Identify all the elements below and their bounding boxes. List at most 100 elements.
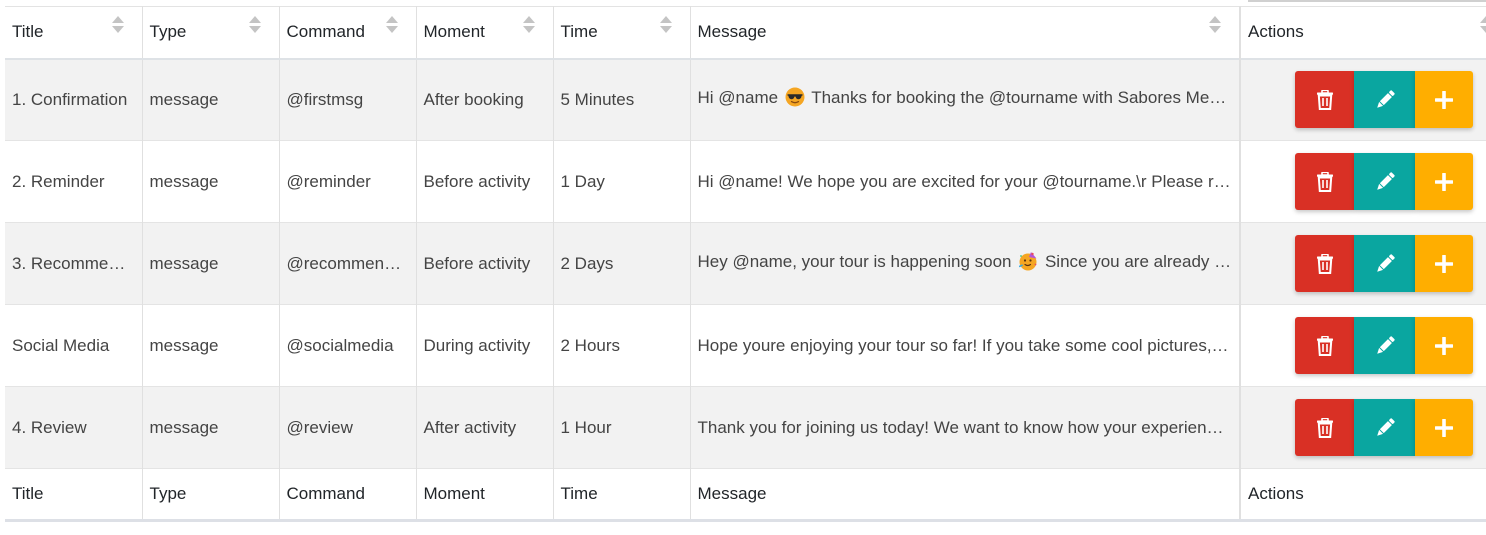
cell-command: @recommendations	[278, 222, 416, 305]
add-button[interactable]	[1415, 399, 1473, 456]
cell-type: message	[141, 140, 279, 223]
column-header-label: Time	[560, 22, 598, 42]
plus-icon	[1435, 172, 1453, 191]
plus-icon	[1435, 254, 1453, 273]
table-row: Social Media message @socialmedia During ac…	[5, 304, 1486, 387]
edit-button[interactable]	[1354, 399, 1415, 456]
column-header-label: Title	[12, 22, 44, 42]
delete-button[interactable]	[1295, 153, 1354, 210]
top-scroll-edge	[1248, 0, 1486, 2]
plus-icon	[1435, 336, 1453, 355]
add-button[interactable]	[1415, 71, 1473, 129]
add-button[interactable]	[1415, 153, 1473, 210]
cell-title: 4. Review	[12, 417, 87, 437]
cell-type: message	[141, 386, 279, 469]
sort-icon[interactable]	[248, 16, 261, 34]
message-text: Hi @name! We hope you are excited for yo…	[697, 171, 1241, 191]
column-header-label: Moment	[423, 22, 485, 42]
table-header: Title Type Command Moment Time Message A…	[5, 6, 1486, 59]
trash-icon	[1316, 335, 1334, 356]
header-row: Title Type Command Moment Time Message A…	[5, 6, 1486, 59]
pencil-icon	[1374, 171, 1396, 193]
cell-time: 1 Hour	[552, 386, 690, 469]
action-buttons	[1295, 317, 1479, 374]
delete-button[interactable]	[1295, 235, 1354, 292]
pencil-icon	[1374, 253, 1396, 275]
trash-icon	[1316, 171, 1334, 192]
cell-moment: After booking	[415, 58, 553, 141]
table-row: 4. Review message @review After activity 1 H…	[5, 386, 1486, 469]
cell-command: @reminder	[278, 140, 416, 223]
cell-message: Hi @name! We hope you are excited for yo…	[689, 140, 1241, 223]
column-header-command[interactable]: Command	[278, 6, 416, 59]
add-button[interactable]	[1415, 235, 1473, 292]
edit-button[interactable]	[1354, 235, 1415, 292]
cell-message: Thank you for joining us today! We want …	[689, 386, 1240, 469]
sort-icon[interactable]	[1480, 16, 1486, 34]
cell-time: 2 Hours	[552, 304, 690, 387]
action-buttons	[1295, 71, 1479, 129]
column-header-label: Message	[697, 22, 767, 42]
cell-title: 3. Recommendations	[12, 253, 142, 273]
pencil-icon	[1374, 417, 1396, 439]
cell-type: message	[141, 58, 279, 141]
pencil-icon	[1374, 335, 1396, 357]
trash-icon	[1316, 89, 1334, 110]
column-header-label: Type	[149, 22, 187, 42]
cell-time: 1 Day	[552, 140, 690, 223]
footer-cell-command: Command	[278, 468, 416, 521]
delete-button[interactable]	[1295, 71, 1354, 129]
messages-table: Title Type Command Moment Time Message A…	[5, 6, 1486, 522]
message-text-start: Hi @name	[697, 88, 779, 108]
action-buttons	[1295, 235, 1479, 292]
cell-time: 5 Minutes	[552, 58, 690, 141]
sort-icon[interactable]	[659, 16, 672, 34]
cell-actions	[1239, 58, 1486, 141]
table-row: 1. Confirmation message @firstmsg After boo…	[5, 58, 1486, 141]
column-header-title[interactable]: Title	[5, 7, 142, 59]
pencil-icon	[1374, 89, 1396, 111]
cell-actions	[1239, 304, 1486, 387]
sort-icon[interactable]	[522, 16, 535, 34]
footer-row: Title Type Command Moment Time Message A…	[5, 468, 1486, 521]
add-button[interactable]	[1415, 317, 1473, 374]
cell-message: Hope youre enjoying your tour so far! If…	[689, 304, 1241, 387]
delete-button[interactable]	[1295, 399, 1354, 456]
column-header-actions[interactable]: Actions	[1239, 6, 1486, 59]
table-footer: Title Type Command Moment Time Message A…	[5, 468, 1486, 521]
cell-time: 2 Days	[552, 222, 690, 305]
footer-cell-message: Message	[689, 468, 1240, 521]
message-text: Since you are already in town, here are …	[1044, 252, 1240, 271]
message-text: Hope youre enjoying your tour so far! If…	[697, 335, 1241, 355]
cell-type: message	[141, 222, 279, 305]
cell-command: @firstmsg	[278, 58, 416, 141]
action-buttons	[1295, 399, 1479, 456]
sort-icon[interactable]	[385, 16, 398, 34]
edit-button[interactable]	[1354, 317, 1415, 374]
column-header-moment[interactable]: Moment	[415, 6, 553, 59]
sort-icon[interactable]	[1209, 16, 1221, 34]
table-body: 1. Confirmation message @firstmsg After boo…	[5, 58, 1486, 469]
cell-command: @review	[278, 386, 416, 469]
column-header-label: Actions	[1248, 22, 1304, 42]
cell-title: 1. Confirmation	[12, 89, 128, 109]
cell-moment: During activity	[415, 304, 553, 387]
sunglasses-emoji	[785, 87, 805, 112]
cell-moment: Before activity	[415, 140, 553, 223]
table-row: 3. Recommendationsmessage@recommendation…	[5, 222, 1486, 305]
column-header-label: Command	[286, 22, 365, 42]
column-header-time[interactable]: Time	[552, 6, 690, 59]
cell-moment: Before activity	[415, 222, 553, 305]
trash-icon	[1316, 417, 1334, 438]
footer-cell-time: Time	[552, 468, 690, 521]
message-text-start: Hey @name, your tour is happening soon	[697, 252, 1012, 271]
column-header-message[interactable]: Message	[689, 6, 1240, 59]
cell-title: 2. Reminder	[12, 171, 105, 191]
column-header-type[interactable]: Type	[141, 6, 279, 59]
cell-actions	[1239, 386, 1486, 469]
party-face-emoji	[1018, 251, 1038, 276]
edit-button[interactable]	[1354, 153, 1415, 210]
sort-icon[interactable]	[111, 16, 124, 34]
delete-button[interactable]	[1295, 317, 1354, 374]
edit-button[interactable]	[1354, 71, 1415, 129]
